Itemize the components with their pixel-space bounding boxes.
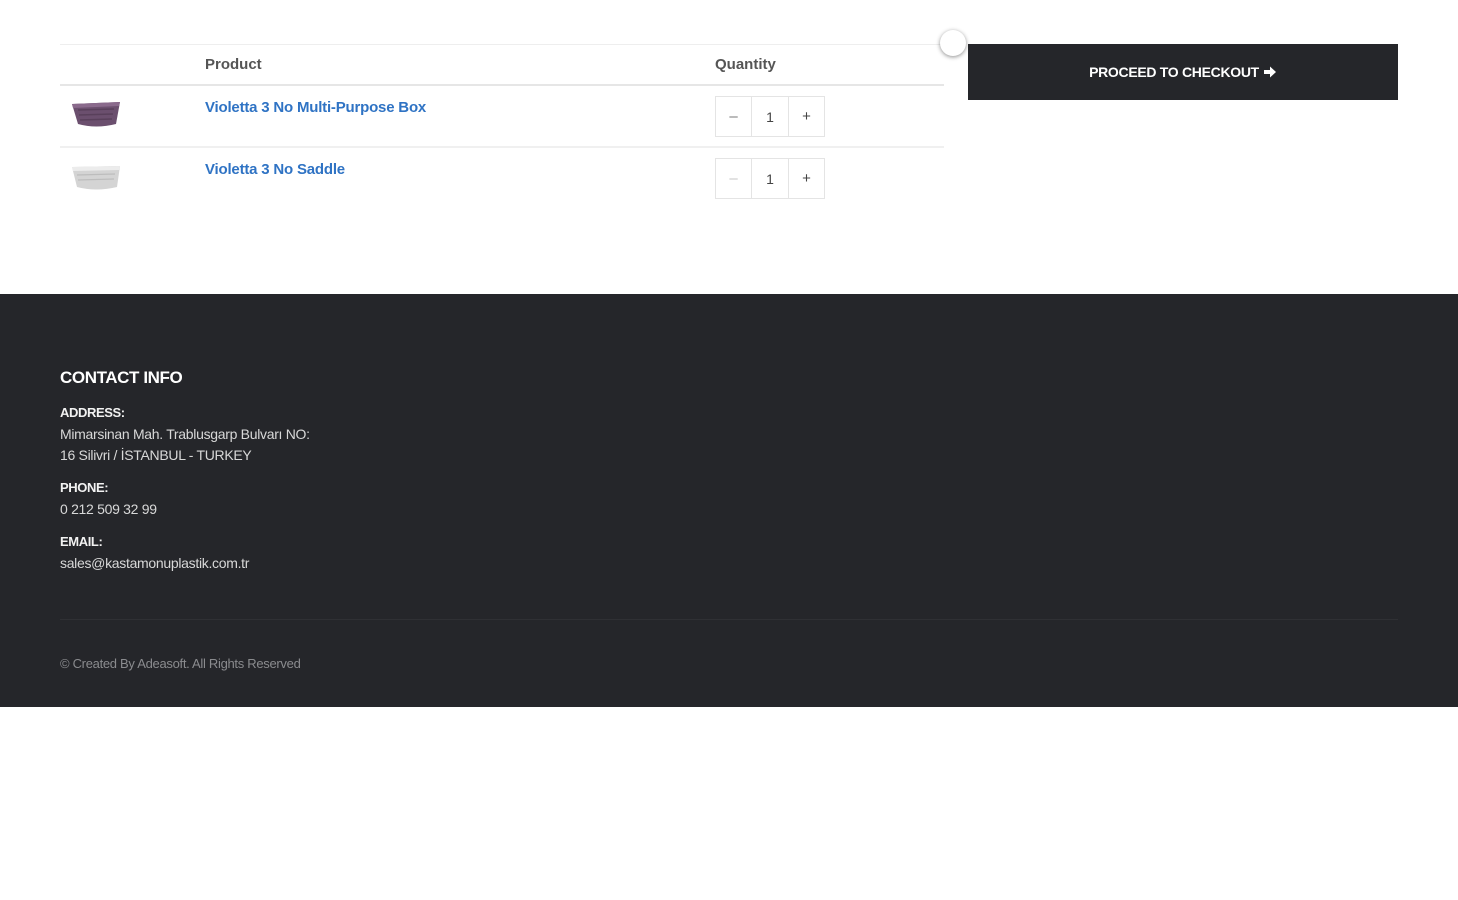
- quantity-stepper: – 1 +: [715, 158, 825, 199]
- proceed-to-checkout-button[interactable]: PROCEED TO CHECKOUT: [968, 44, 1398, 100]
- product-name-cell: Violetta 3 No Multi-Purpose Box: [205, 85, 715, 148]
- product-thumbnail-cell: [60, 147, 205, 206]
- slider-handle[interactable]: [940, 30, 966, 56]
- phone-label: PHONE:: [60, 480, 109, 495]
- saddle-image[interactable]: [68, 158, 124, 192]
- increment-button[interactable]: +: [788, 158, 825, 199]
- quantity-stepper: – 1 +: [715, 96, 825, 137]
- arrow-right-icon: [1263, 66, 1276, 78]
- email-address[interactable]: sales@kastamonuplastik.com.tr: [60, 553, 249, 574]
- product-thumbnail-cell: [60, 85, 205, 148]
- copyright-text: © Created By Adeasoft. All Rights Reserv…: [60, 656, 301, 671]
- cart-item-row: Violetta 3 No Multi-Purpose Box – 1 +: [60, 85, 944, 148]
- product-name-cell: Violetta 3 No Saddle: [205, 147, 715, 206]
- quantity-column-header: Quantity: [715, 44, 944, 86]
- phone-number[interactable]: 0 212 509 32 99: [60, 499, 157, 520]
- product-link-saddle[interactable]: Violetta 3 No Saddle: [205, 161, 345, 178]
- email-label: EMAIL:: [60, 534, 103, 549]
- quantity-input[interactable]: 1: [752, 96, 788, 137]
- cart-table: Product Quantity Violetta 3 No Multi-Pur…: [60, 44, 944, 206]
- address-line-2: 16 Silivri / İSTANBUL - TURKEY: [60, 447, 252, 463]
- checkout-label: PROCEED TO CHECKOUT: [1089, 64, 1259, 80]
- cart-item-row: Violetta 3 No Saddle – 1 +: [60, 147, 944, 206]
- decrement-button[interactable]: –: [715, 96, 752, 137]
- thumbnail-column-header: [60, 44, 205, 86]
- address-label: ADDRESS:: [60, 405, 125, 420]
- multi-purpose-box-image[interactable]: [68, 96, 124, 130]
- site-footer: CONTACT INFO ADDRESS: Mimarsinan Mah. Tr…: [0, 294, 1458, 707]
- contact-info-heading: CONTACT INFO: [60, 368, 183, 387]
- product-column-header: Product: [205, 44, 715, 86]
- decrement-button[interactable]: –: [715, 158, 752, 199]
- cart-header-row: Product Quantity: [60, 44, 944, 86]
- address-line-1: Mimarsinan Mah. Trablusgarp Bulvarı NO:: [60, 426, 310, 442]
- product-link-multi-purpose-box[interactable]: Violetta 3 No Multi-Purpose Box: [205, 99, 426, 116]
- increment-button[interactable]: +: [788, 96, 825, 137]
- footer-divider: [60, 619, 1398, 620]
- cart-section: Product Quantity Violetta 3 No Multi-Pur…: [0, 0, 1458, 294]
- quantity-cell: – 1 +: [715, 147, 944, 206]
- quantity-cell: – 1 +: [715, 85, 944, 148]
- quantity-input[interactable]: 1: [752, 158, 788, 199]
